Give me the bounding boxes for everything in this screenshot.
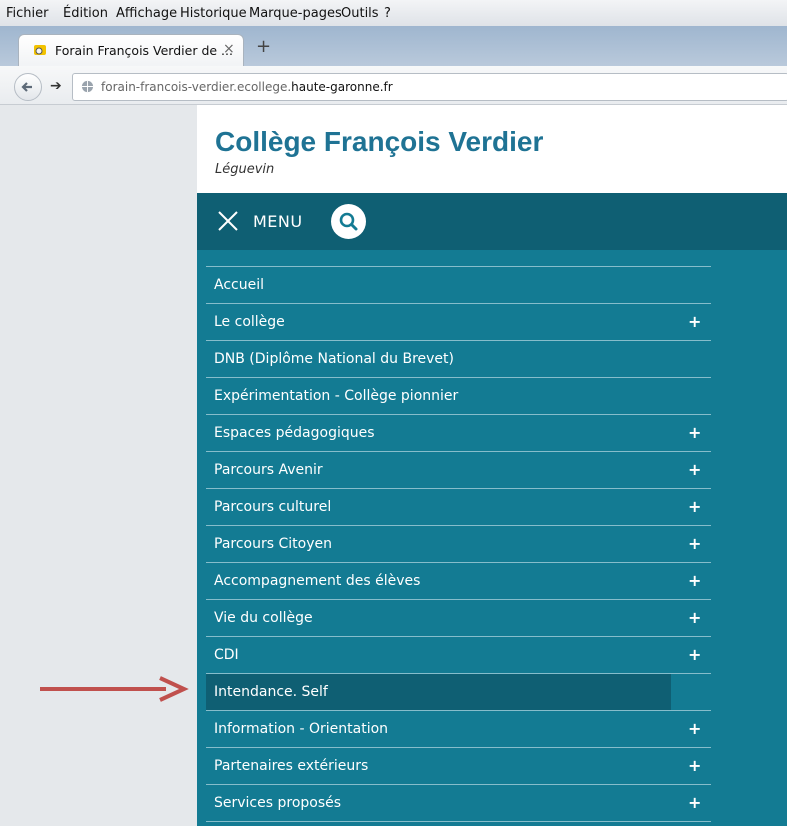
expand-plus-icon[interactable]: + bbox=[688, 497, 701, 516]
expand-plus-icon[interactable]: + bbox=[688, 793, 701, 812]
tab-close-icon[interactable]: × bbox=[223, 41, 235, 57]
site-header: Collège François Verdier Léguevin bbox=[197, 105, 787, 193]
nav-item[interactable]: Intendance. Self bbox=[206, 674, 711, 711]
expand-plus-icon[interactable]: + bbox=[688, 534, 701, 553]
menu-historique[interactable]: Historique bbox=[180, 6, 247, 21]
nav-item-label: Accompagnement des élèves bbox=[214, 573, 421, 589]
expand-plus-icon[interactable]: + bbox=[688, 312, 701, 331]
url-text: forain-francois-verdier.ecollege.haute-g… bbox=[101, 80, 393, 94]
expand-plus-icon[interactable]: + bbox=[688, 423, 701, 442]
nav-item[interactable]: Parcours Avenir + bbox=[206, 452, 711, 489]
menu-toggle-button[interactable]: MENU bbox=[217, 210, 303, 232]
nav-item[interactable]: DNB (Diplôme National du Brevet) bbox=[206, 341, 711, 378]
menu-affichage[interactable]: Affichage bbox=[116, 6, 177, 21]
nav-item[interactable]: Accueil bbox=[206, 267, 711, 304]
nav-item[interactable]: Vie du collège + bbox=[206, 600, 711, 637]
expand-plus-icon[interactable]: + bbox=[688, 756, 701, 775]
nav-item-label: Partenaires extérieurs bbox=[214, 758, 369, 774]
nav-item-label: Le collège bbox=[214, 314, 285, 330]
nav-item[interactable]: Expérimentation - Collège pionnier bbox=[206, 378, 711, 415]
nav-item[interactable]: Accompagnement des élèves + bbox=[206, 563, 711, 600]
browser-tab[interactable]: Forain François Verdier de ... × bbox=[18, 34, 244, 67]
nav-item[interactable]: Parcours culturel + bbox=[206, 489, 711, 526]
site-menu-bar: MENU bbox=[197, 193, 787, 250]
nav-item-label: DNB (Diplôme National du Brevet) bbox=[214, 351, 454, 367]
new-tab-button[interactable]: + bbox=[256, 36, 271, 57]
menu-help[interactable]: ? bbox=[384, 6, 391, 21]
menu-edition[interactable]: Édition bbox=[63, 6, 108, 21]
tab-title: Forain François Verdier de ... bbox=[55, 43, 233, 58]
globe-icon bbox=[81, 80, 94, 93]
nav-item-label: Accueil bbox=[214, 277, 264, 293]
nav-item[interactable]: Information - Orientation + bbox=[206, 711, 711, 748]
nav-item-label: Vie du collège bbox=[214, 610, 313, 626]
nav-item[interactable]: Espaces pédagogiques + bbox=[206, 415, 711, 452]
forward-arrow-icon[interactable]: ➔ bbox=[50, 78, 62, 94]
nav-item-label: Parcours culturel bbox=[214, 499, 332, 515]
url-prefix: forain-francois-verdier.ecollege. bbox=[101, 80, 292, 94]
nav-item-label: Parcours Avenir bbox=[214, 462, 323, 478]
nav-item[interactable]: CDI + bbox=[206, 637, 711, 674]
nav-item[interactable]: Le collège + bbox=[206, 304, 711, 341]
expand-plus-icon[interactable]: + bbox=[688, 460, 701, 479]
expand-plus-icon[interactable]: + bbox=[688, 571, 701, 590]
url-domain: haute-garonne.fr bbox=[291, 80, 393, 94]
nav-item-label: CDI bbox=[214, 647, 239, 663]
browser-menu-bar: Fichier Édition Affichage Historique Mar… bbox=[0, 0, 787, 26]
nav-item[interactable]: Parcours Citoyen + bbox=[206, 526, 711, 563]
nav-item[interactable]: Services proposés + bbox=[206, 785, 711, 822]
page-side-background bbox=[0, 105, 197, 826]
nav-item-label: Information - Orientation bbox=[214, 721, 389, 737]
search-icon bbox=[339, 212, 358, 231]
back-button[interactable] bbox=[14, 73, 42, 101]
site-favicon-icon bbox=[34, 45, 46, 55]
red-arrow-icon bbox=[40, 676, 189, 702]
nav-item-label: Intendance. Self bbox=[214, 684, 328, 700]
nav-item-label: Services proposés bbox=[214, 795, 342, 811]
back-arrow-icon bbox=[21, 82, 32, 92]
menu-fichier[interactable]: Fichier bbox=[6, 6, 49, 21]
search-button[interactable] bbox=[331, 204, 366, 239]
nav-panel: Accueil Le collège + DNB (Diplôme National … bbox=[197, 250, 787, 826]
browser-nav-bar: ➔ forain-francois-verdier.ecollege.haute… bbox=[0, 66, 787, 105]
nav-item-highlight-edge bbox=[671, 674, 711, 710]
expand-plus-icon[interactable]: + bbox=[688, 645, 701, 664]
nav-item-label: Expérimentation - Collège pionnier bbox=[214, 388, 459, 404]
menu-marque-pages[interactable]: Marque-pages bbox=[249, 6, 342, 21]
url-bar[interactable]: forain-francois-verdier.ecollege.haute-g… bbox=[72, 73, 787, 101]
expand-plus-icon[interactable]: + bbox=[688, 608, 701, 627]
site-title[interactable]: Collège François Verdier bbox=[215, 126, 543, 158]
close-icon bbox=[218, 211, 238, 231]
nav-item[interactable]: Partenaires extérieurs + bbox=[206, 748, 711, 785]
menu-outils[interactable]: Outils bbox=[341, 6, 379, 21]
nav-item-label: Parcours Citoyen bbox=[214, 536, 332, 552]
menu-label: MENU bbox=[253, 211, 303, 231]
site-subtitle: Léguevin bbox=[215, 162, 275, 177]
expand-plus-icon[interactable]: + bbox=[688, 719, 701, 738]
nav-item-label: Espaces pédagogiques bbox=[214, 425, 375, 441]
